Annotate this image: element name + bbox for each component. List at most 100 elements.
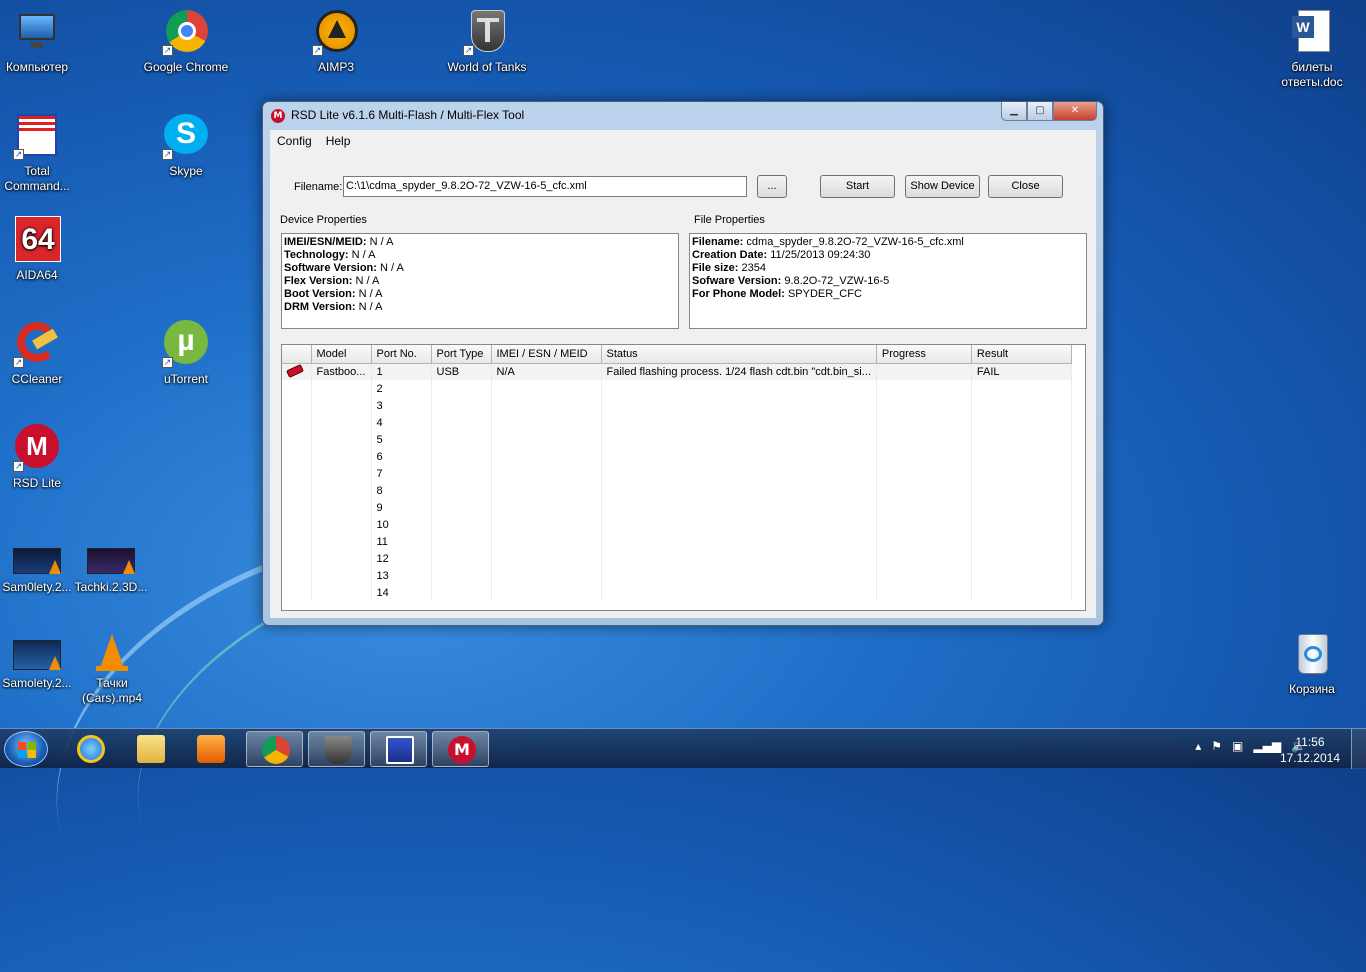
table-row[interactable]: 10 — [282, 516, 1072, 533]
desktop-icon-google-chrome[interactable]: ↗ Google Chrome — [141, 8, 231, 75]
table-row[interactable]: 5 — [282, 431, 1072, 448]
col-header-port-type[interactable]: Port Type — [431, 345, 492, 364]
desktop-icon-world-of-tanks[interactable]: ↗ World of Tanks — [442, 8, 532, 75]
table-row[interactable]: 11 — [282, 533, 1072, 550]
port-no-cell: 9 — [371, 499, 432, 516]
model-cell — [311, 448, 372, 465]
desktop-icon-ccleaner[interactable]: ↗ CCleaner — [0, 320, 82, 387]
taskbar-media-player[interactable] — [182, 731, 239, 767]
desktop-icon-vlc-file[interactable]: Тачки (Cars).mp4 — [66, 632, 158, 706]
safely-remove-icon[interactable]: ▣ — [1232, 739, 1243, 753]
show-desktop-button[interactable] — [1351, 729, 1366, 769]
col-header-progress[interactable]: Progress — [876, 345, 972, 364]
table-row[interactable]: 9 — [282, 499, 1072, 516]
table-row[interactable]: 4 — [282, 414, 1072, 431]
device-grid: Model Port No. Port Type IMEI / ESN / ME… — [281, 344, 1086, 611]
table-row[interactable]: 13 — [282, 567, 1072, 584]
table-row[interactable]: 2 — [282, 380, 1072, 397]
result-cell — [971, 499, 1072, 516]
desktop-icon-total-commander[interactable]: ↗ Total Command... — [0, 112, 82, 194]
menu-help[interactable]: Help — [319, 134, 358, 148]
port-type-cell — [431, 431, 492, 448]
desktop-icon-skype[interactable]: S ↗ Skype — [141, 112, 231, 179]
media-player-icon — [197, 735, 225, 763]
file-prop-line: Sofware Version: 9.8.2O-72_VZW-16-5 — [692, 275, 890, 287]
title-bar[interactable]: M RSD Lite v6.1.6 Multi-Flash / Multi-Fl… — [263, 102, 1103, 130]
taskbar-total-commander[interactable] — [370, 731, 427, 767]
progress-cell — [876, 363, 972, 380]
imei-cell — [491, 499, 602, 516]
col-header-result[interactable]: Result — [971, 345, 1072, 364]
port-type-cell — [431, 380, 492, 397]
desktop-icon-aida64[interactable]: 64 AIDA64 — [0, 216, 82, 283]
progress-cell — [876, 465, 972, 482]
row-icon-cell — [282, 584, 312, 601]
port-type-cell — [431, 533, 492, 550]
table-row[interactable]: 14 — [282, 584, 1072, 601]
desktop-icon-computer[interactable]: Компьютер — [0, 8, 82, 75]
video-thumbnail-icon — [13, 632, 61, 672]
clock[interactable]: 11:56 17.12.2014 — [1280, 734, 1340, 766]
status-cell — [601, 448, 877, 465]
desktop-icon-utorrent[interactable]: µ ↗ uTorrent — [141, 320, 231, 387]
col-header-port-no[interactable]: Port No. — [371, 345, 432, 364]
recycle-bin-icon — [1288, 630, 1336, 678]
desktop-icon-video-2[interactable]: Tachki.2.3D... — [66, 546, 156, 595]
imei-cell — [491, 516, 602, 533]
table-row[interactable]: 3 — [282, 397, 1072, 414]
filename-input[interactable]: C:\1\cdma_spyder_9.8.2O-72_VZW-16-5_cfc.… — [343, 176, 747, 197]
table-row[interactable]: 7 — [282, 465, 1072, 482]
usb-device-icon — [286, 363, 304, 378]
desktop-icon-doc-file[interactable]: W билеты ответы.doc — [1267, 8, 1357, 90]
browse-button[interactable]: ... — [757, 175, 787, 198]
imei-cell — [491, 397, 602, 414]
col-header-status[interactable]: Status — [601, 345, 877, 364]
menu-config[interactable]: Config — [270, 134, 319, 148]
desktop-icon-rsd-lite[interactable]: M ↗ RSD Lite — [0, 424, 82, 491]
clock-date: 17.12.2014 — [1279, 751, 1340, 765]
row-icon-cell — [282, 567, 312, 584]
network-signal-icon[interactable]: ▂▄▆ — [1253, 739, 1281, 753]
taskbar-explorer[interactable] — [122, 731, 179, 767]
maximize-button[interactable]: ▢ — [1027, 102, 1053, 121]
model-cell — [311, 584, 372, 601]
table-row[interactable]: 12 — [282, 550, 1072, 567]
result-cell — [971, 533, 1072, 550]
clock-time: 11:56 — [1295, 735, 1325, 749]
table-row[interactable]: 8 — [282, 482, 1072, 499]
device-prop-line: Technology: N / A — [284, 249, 376, 261]
imei-cell — [491, 567, 602, 584]
row-icon-cell — [282, 414, 312, 431]
taskbar-rsd-lite[interactable]: M — [432, 731, 489, 767]
col-header-imei[interactable]: IMEI / ESN / MEID — [491, 345, 602, 364]
desktop-icon-aimp3[interactable]: ↗ AIMP3 — [291, 8, 381, 75]
port-type-cell — [431, 516, 492, 533]
minimize-button[interactable]: ▁ — [1001, 102, 1027, 121]
show-hidden-icons-icon[interactable]: ▴ — [1195, 739, 1201, 753]
taskbar-world-of-tanks[interactable] — [308, 731, 365, 767]
table-row[interactable]: Fastboo... 1 USB N/A Failed flashing process… — [282, 363, 1072, 380]
device-prop-line: IMEI/ESN/MEID: N / A — [284, 236, 394, 248]
start-button[interactable] — [4, 731, 48, 767]
taskbar-chrome[interactable] — [246, 731, 303, 767]
taskbar-ie[interactable] — [62, 731, 119, 767]
table-row[interactable]: 6 — [282, 448, 1072, 465]
result-cell — [971, 550, 1072, 567]
row-icon-cell — [282, 499, 312, 516]
start-button[interactable]: Start — [820, 175, 895, 198]
progress-cell — [876, 380, 972, 397]
result-cell — [971, 516, 1072, 533]
show-device-button[interactable]: Show Device — [905, 175, 980, 198]
close-button[interactable]: Close — [988, 175, 1063, 198]
progress-cell — [876, 584, 972, 601]
row-icon-cell — [282, 397, 312, 414]
desktop-icon-recycle-bin[interactable]: Корзина — [1267, 630, 1357, 697]
total-commander-icon — [386, 736, 414, 764]
action-center-flag-icon[interactable]: ⚑ — [1211, 739, 1222, 753]
port-no-cell: 6 — [371, 448, 432, 465]
file-prop-line: File size: 2354 — [692, 262, 766, 274]
col-header-model[interactable]: Model — [311, 345, 372, 364]
progress-cell — [876, 397, 972, 414]
close-window-button[interactable]: ✕ — [1053, 102, 1097, 121]
col-header-icon[interactable] — [282, 345, 312, 364]
